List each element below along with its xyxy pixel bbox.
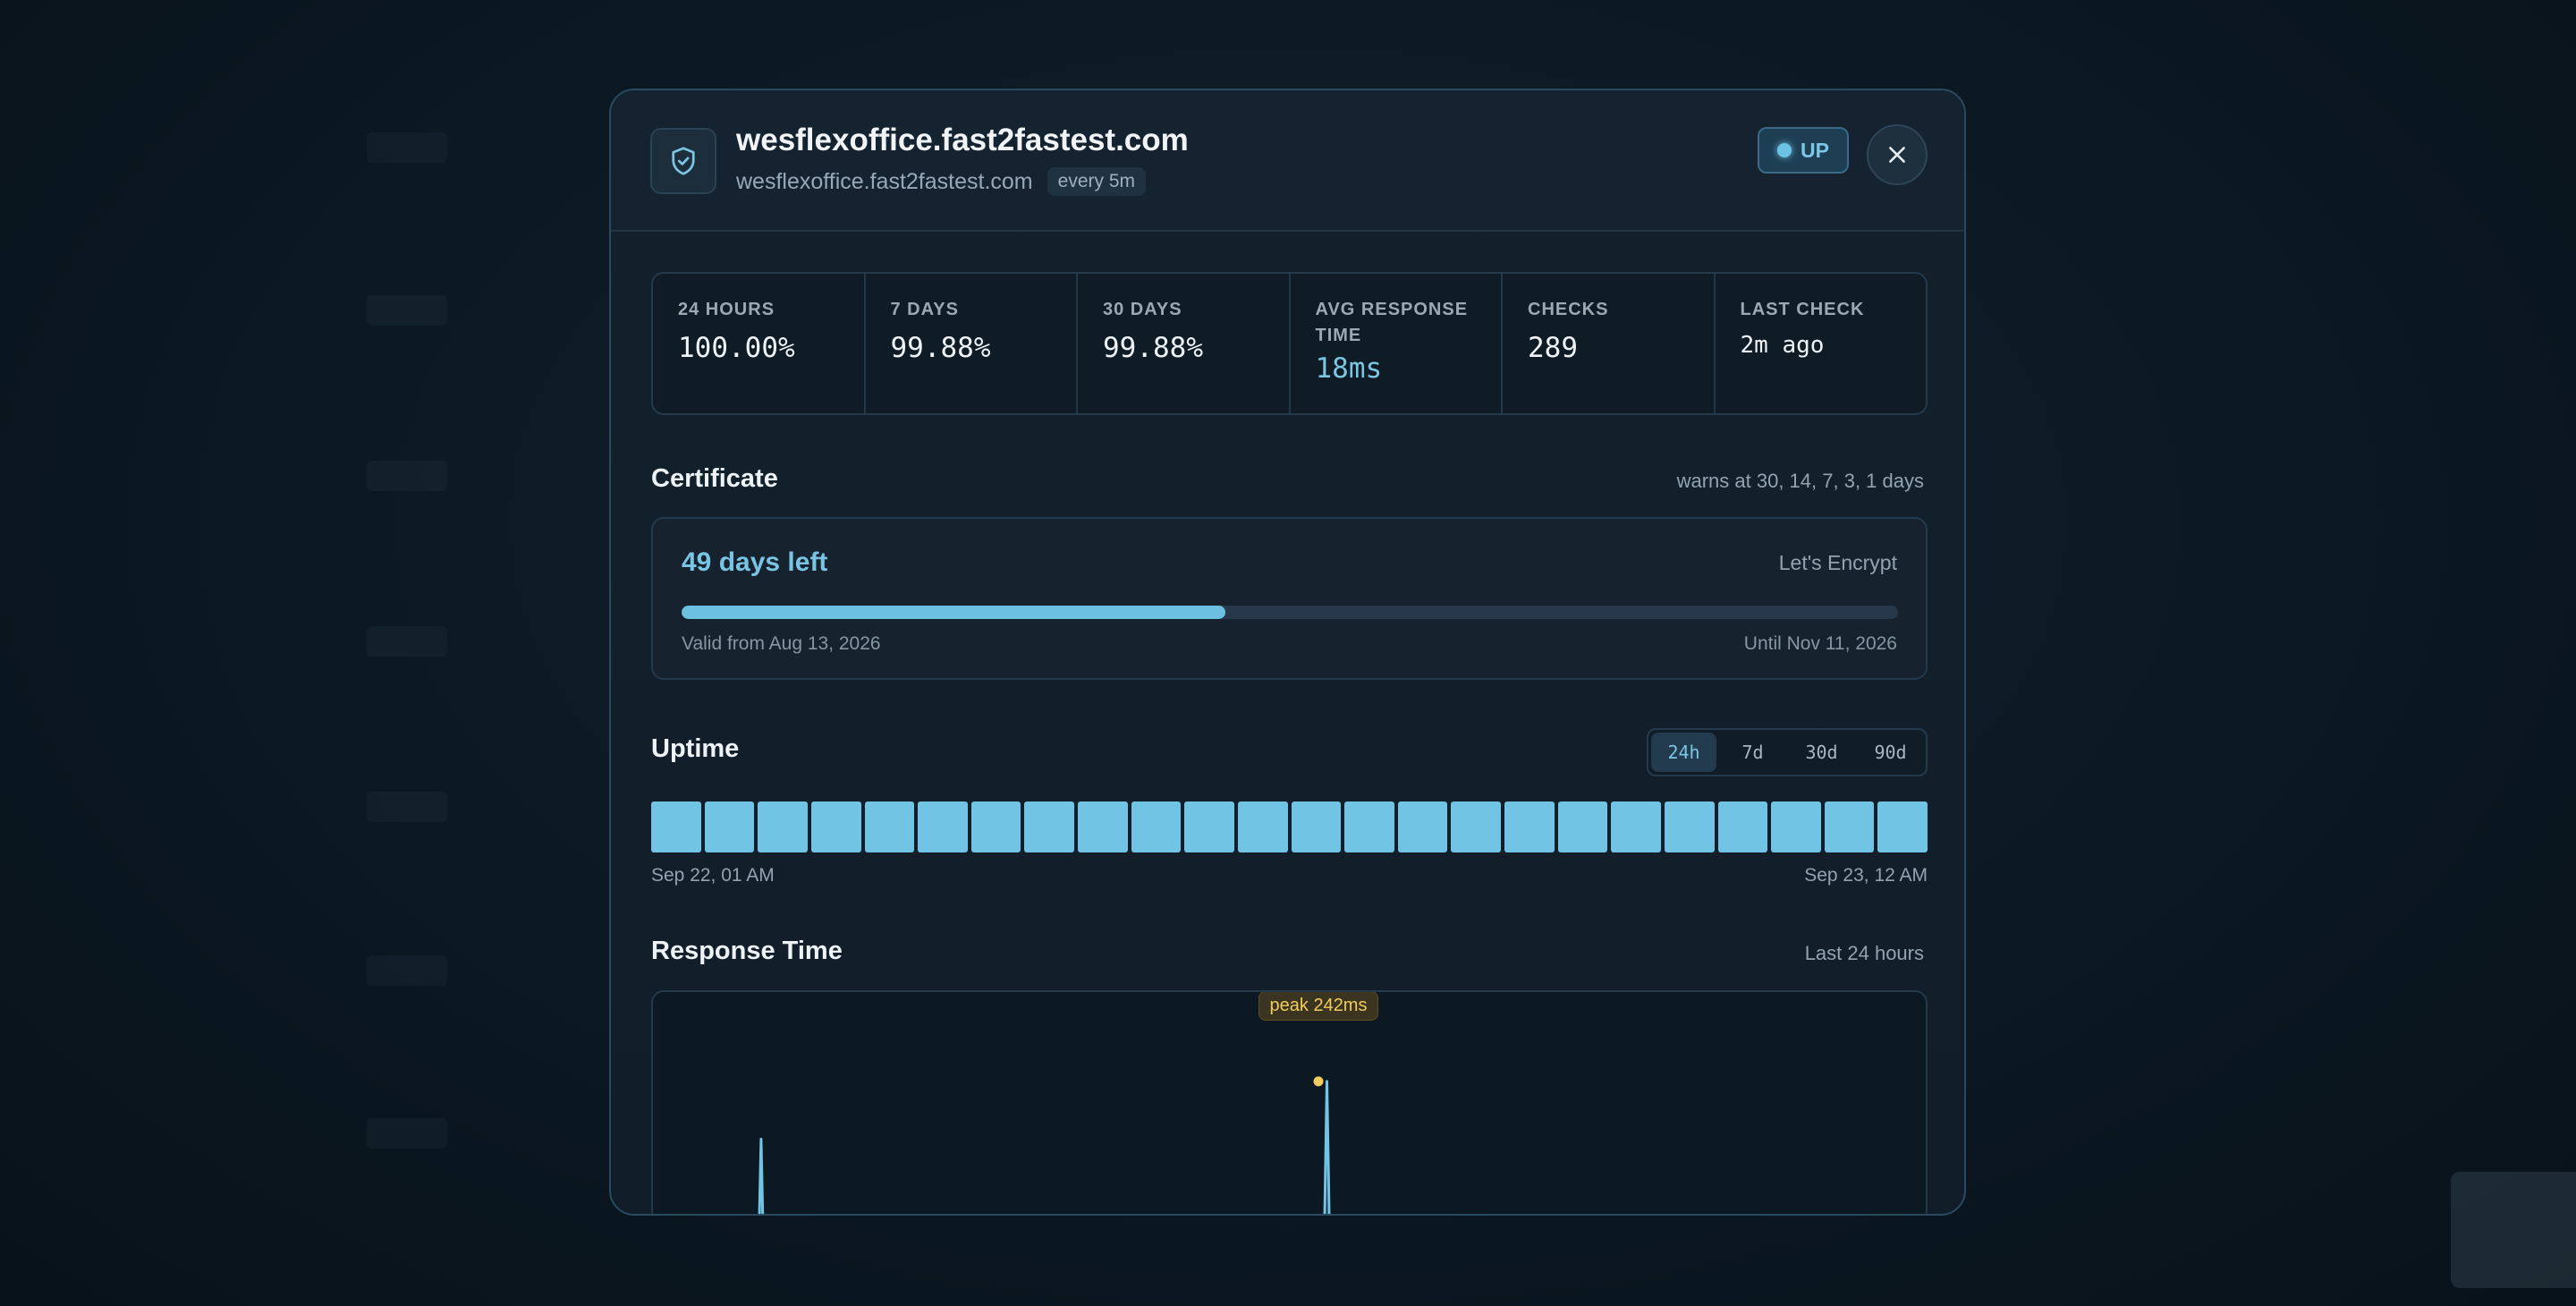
response-time-line (758, 1080, 1331, 1214)
close-button[interactable] (1867, 124, 1928, 185)
uptime-bucket[interactable] (1024, 801, 1074, 852)
uptime-bucket[interactable] (1664, 801, 1715, 852)
uptime-bucket[interactable] (810, 801, 861, 852)
background-row (367, 792, 447, 822)
uptime-bucket[interactable] (1611, 801, 1661, 852)
stat-value: 100.00% (678, 332, 795, 364)
stat-value: 99.88% (890, 332, 991, 364)
shield-check-icon (672, 147, 695, 175)
certificate-warns: warns at 30, 14, 7, 3, 1 days (1676, 470, 1924, 492)
stat-label: 30 DAYS (1103, 300, 1182, 319)
status-label: UP (1801, 138, 1829, 162)
uptime-start-label: Sep 22, 01 AM (651, 865, 775, 886)
stat-uptime-7d: 7 DAYS 99.88% (866, 274, 1078, 413)
uptime-end-label: Sep 23, 12 AM (1804, 865, 1928, 886)
uptime-bucket[interactable] (1078, 801, 1128, 852)
uptime-bucket[interactable] (1237, 801, 1288, 852)
uptime-bucket[interactable] (1824, 801, 1875, 852)
background-row (367, 1118, 447, 1149)
stat-value: 2m ago (1740, 332, 1825, 359)
background-row (367, 132, 447, 163)
stat-checks: CHECKS 289 (1503, 274, 1716, 413)
close-icon (1889, 147, 1905, 163)
check-frequency-badge: every 5m (1046, 167, 1146, 196)
uptime-bucket[interactable] (704, 801, 755, 852)
certificate-valid-from: Valid from Aug 13, 2026 (682, 633, 881, 654)
certificate-valid-until: Until Nov 11, 2026 (1743, 633, 1897, 654)
stat-avg-response: AVG RESPONSE TIME 18ms (1291, 274, 1503, 413)
uptime-bucket[interactable] (1717, 801, 1768, 852)
stat-label: 7 DAYS (890, 300, 959, 319)
stat-uptime-30d: 30 DAYS 99.88% (1078, 274, 1291, 413)
monitor-type-badge (650, 128, 716, 194)
uptime-bucket[interactable] (651, 801, 701, 852)
peak-label: peak 242ms (1258, 992, 1379, 1021)
monitor-detail-modal: wesflexoffice.fast2fastest.com wesflexof… (609, 89, 1966, 1216)
certificate-progress-track (682, 606, 1898, 619)
stat-label: CHECKS (1528, 300, 1609, 319)
uptime-bucket[interactable] (1557, 801, 1608, 852)
tab-7d[interactable]: 7d (1720, 733, 1785, 772)
tab-90d[interactable]: 90d (1858, 733, 1923, 772)
background-row (367, 955, 447, 986)
uptime-bucket[interactable] (758, 801, 808, 852)
uptime-bucket[interactable] (1291, 801, 1342, 852)
uptime-bar-strip (651, 801, 1928, 852)
tab-30d[interactable]: 30d (1789, 733, 1854, 772)
certificate-title: Certificate (651, 464, 778, 493)
stats-panel: 24 HOURS 100.00% 7 DAYS 99.88% 30 DAYS 9… (651, 272, 1928, 415)
uptime-bucket[interactable] (1877, 801, 1928, 852)
uptime-bucket[interactable] (1184, 801, 1234, 852)
stat-value: 99.88% (1103, 332, 1203, 364)
background-row (367, 295, 447, 326)
monitor-url-row: wesflexoffice.fast2fastest.com every 5m (736, 167, 1146, 196)
response-time-range: Last 24 hours (1804, 942, 1924, 964)
tab-24h[interactable]: 24h (1651, 733, 1716, 772)
certificate-days-left: 49 days left (682, 547, 828, 577)
response-time-plot (758, 1076, 1331, 1214)
status-badge: UP (1758, 127, 1849, 174)
stat-label: LAST CHECK (1740, 300, 1865, 319)
status-dot-icon (1777, 143, 1792, 157)
modal-header: wesflexoffice.fast2fastest.com wesflexof… (611, 90, 1964, 232)
background-widget (2451, 1172, 2576, 1288)
uptime-bucket[interactable] (918, 801, 968, 852)
response-time-title: Response Time (651, 937, 843, 965)
stat-value: 18ms (1315, 352, 1383, 385)
uptime-bucket[interactable] (1504, 801, 1555, 852)
monitor-url: wesflexoffice.fast2fastest.com (736, 168, 1033, 194)
stat-label: AVG RESPONSE TIME (1315, 300, 1469, 345)
stat-uptime-24h: 24 HOURS 100.00% (653, 274, 866, 413)
uptime-bucket[interactable] (1771, 801, 1821, 852)
uptime-bucket[interactable] (970, 801, 1021, 852)
uptime-bucket[interactable] (1344, 801, 1394, 852)
uptime-bucket[interactable] (864, 801, 915, 852)
uptime-bucket[interactable] (1131, 801, 1182, 852)
certificate-issuer: Let's Encrypt (1778, 551, 1897, 574)
response-time-area (759, 1081, 1329, 1214)
stat-label: 24 HOURS (678, 300, 775, 319)
uptime-title: Uptime (651, 734, 740, 763)
certificate-card: 49 days left Let's Encrypt Valid from Au… (651, 517, 1928, 680)
peak-point[interactable] (1313, 1076, 1324, 1087)
stat-value: 289 (1528, 332, 1578, 364)
background-row (367, 461, 447, 491)
uptime-bucket[interactable] (1397, 801, 1448, 852)
uptime-range-tabs: 24h 7d 30d 90d (1647, 728, 1928, 776)
uptime-bucket[interactable] (1451, 801, 1501, 852)
background-row (367, 626, 447, 657)
certificate-progress-fill (682, 606, 1225, 619)
monitor-title: wesflexoffice.fast2fastest.com (736, 123, 1189, 157)
response-time-chart: peak 242ms (651, 990, 1928, 1214)
stat-last-check: LAST CHECK 2m ago (1716, 274, 1927, 413)
